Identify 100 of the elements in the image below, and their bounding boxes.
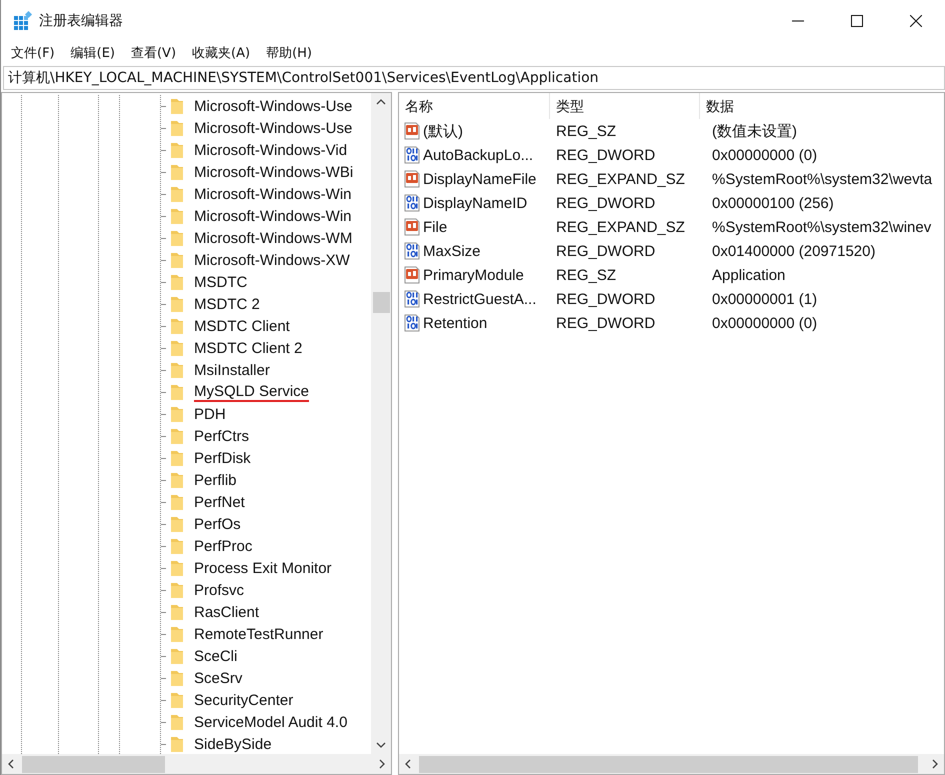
tree-item[interactable]: MsiInstaller [194, 362, 270, 378]
scroll-right-icon[interactable] [379, 759, 385, 769]
registry-icon [13, 11, 33, 31]
string-value-icon [403, 218, 421, 236]
string-value-icon [403, 122, 421, 140]
value-type: REG_EXPAND_SZ [555, 218, 686, 236]
value-name[interactable]: DisplayNameFile [423, 170, 536, 188]
value-name[interactable]: RestrictGuestA... [423, 290, 536, 308]
window-title: 注册表编辑器 [39, 12, 123, 30]
scroll-down-icon[interactable] [376, 742, 386, 748]
tree-item[interactable]: Perflib [194, 472, 237, 488]
value-type: REG_DWORD [555, 290, 656, 308]
vertical-scrollbar[interactable] [371, 93, 391, 754]
scroll-left-icon[interactable] [405, 759, 411, 769]
menu-item[interactable]: 文件(F) [11, 44, 55, 62]
folder-icon [170, 670, 184, 686]
scroll-up-icon[interactable] [376, 99, 386, 105]
tree-item[interactable]: SceCli [194, 648, 238, 664]
close-icon[interactable] [910, 15, 922, 27]
tree-item[interactable]: Microsoft-Windows-WBi [194, 164, 354, 180]
tree-item[interactable]: Microsoft-Windows-Use [194, 120, 352, 136]
value-data: 0x00000100 (256) [711, 194, 835, 212]
value-data: Application [711, 266, 786, 284]
value-name[interactable]: File [423, 218, 448, 236]
value-name[interactable]: AutoBackupLo... [423, 146, 534, 164]
address-field[interactable]: 计算机\HKEY_LOCAL_MACHINE\SYSTEM\ControlSet001\Services\EventLog\Application [3, 66, 945, 90]
value-name[interactable]: MaxSize [423, 242, 481, 260]
scroll-thumb[interactable] [372, 292, 390, 313]
tree-item[interactable]: PerfOs [194, 516, 241, 532]
folder-icon [170, 164, 184, 180]
folder-icon [170, 186, 184, 202]
tree-item[interactable]: RemoteTestRunner [194, 626, 324, 642]
value-type: REG_DWORD [555, 242, 656, 260]
value-type: REG_DWORD [555, 194, 656, 212]
binary-value-icon [403, 194, 421, 212]
column-header[interactable]: 名称 [399, 93, 550, 119]
value-type: REG_DWORD [555, 314, 656, 332]
value-name[interactable]: DisplayNameID [423, 194, 528, 212]
string-value-icon [403, 266, 421, 284]
maximize-icon[interactable] [851, 15, 863, 27]
tree-item[interactable]: MSDTC Client 2 [194, 340, 302, 356]
folder-icon [170, 736, 184, 752]
tree-item[interactable]: PDH [194, 406, 226, 422]
value-name[interactable]: PrimaryModule [423, 266, 524, 284]
folder-icon [170, 406, 184, 422]
folder-icon [170, 472, 184, 488]
tree-item[interactable]: RasClient [194, 604, 260, 620]
horizontal-scrollbar[interactable] [399, 754, 944, 774]
value-data: 0x00000000 (0) [711, 146, 818, 164]
tree-item[interactable]: PerfCtrs [194, 428, 250, 444]
scroll-left-icon[interactable] [8, 759, 14, 769]
folder-icon [170, 692, 184, 708]
tree-item[interactable]: Process Exit Monitor [194, 560, 332, 576]
tree-item[interactable]: SceSrv [194, 670, 242, 686]
folder-icon [170, 98, 184, 114]
folder-icon [170, 714, 184, 730]
menu-item[interactable]: 帮助(H) [266, 44, 312, 62]
tree-item[interactable]: MySQLD Service [194, 382, 310, 402]
scroll-thumb[interactable] [22, 756, 165, 772]
value-data: %SystemRoot%\system32\winev [711, 218, 932, 236]
tree-item[interactable]: Microsoft-Windows-Use [194, 98, 352, 114]
tree-item[interactable]: SideBySide [194, 736, 272, 752]
tree-item[interactable]: Microsoft-Windows-Win [194, 186, 352, 202]
folder-icon [170, 120, 184, 136]
menu-item[interactable]: 查看(V) [130, 44, 176, 62]
tree-item[interactable]: MSDTC Client [194, 318, 290, 334]
horizontal-scrollbar[interactable] [2, 754, 391, 774]
tree-item[interactable]: MSDTC [194, 274, 248, 290]
binary-value-icon [403, 242, 421, 260]
menu-item[interactable]: 编辑(E) [70, 44, 115, 62]
tree-item[interactable]: ServiceModel Audit 4.0 [194, 714, 348, 730]
value-data: %SystemRoot%\system32\wevta [711, 170, 934, 188]
column-header[interactable]: 类型 [550, 93, 700, 119]
binary-value-icon [403, 314, 421, 332]
folder-icon [170, 494, 184, 510]
tree-item[interactable]: Microsoft-Windows-WM [194, 230, 352, 246]
tree-item[interactable]: Microsoft-Windows-Vid [194, 142, 348, 158]
tree-item[interactable]: Profsvc [194, 582, 244, 598]
value-name[interactable]: Retention [423, 314, 488, 332]
tree-item[interactable]: Microsoft-Windows-XW [194, 252, 350, 268]
folder-icon [170, 208, 184, 224]
value-name[interactable]: (默认) [423, 122, 463, 140]
folder-icon [170, 362, 184, 378]
scroll-right-icon[interactable] [932, 759, 938, 769]
tree-item[interactable]: PerfDisk [194, 450, 251, 466]
folder-icon [170, 142, 184, 158]
scroll-thumb[interactable] [419, 756, 918, 772]
tree-item[interactable]: Microsoft-Windows-Win [194, 208, 352, 224]
tree-item[interactable]: PerfNet [194, 494, 245, 510]
folder-icon [170, 648, 184, 664]
menu-item[interactable]: 收藏夹(A) [192, 44, 250, 62]
folder-icon [170, 582, 184, 598]
folder-icon [170, 340, 184, 356]
tree-item[interactable]: SecurityCenter [194, 692, 294, 708]
tree-item[interactable]: PerfProc [194, 538, 252, 554]
column-header[interactable]: 数据 [700, 93, 944, 119]
binary-value-icon [403, 290, 421, 308]
folder-icon [170, 252, 184, 268]
tree-item[interactable]: MSDTC 2 [194, 296, 260, 312]
folder-icon [170, 626, 184, 642]
